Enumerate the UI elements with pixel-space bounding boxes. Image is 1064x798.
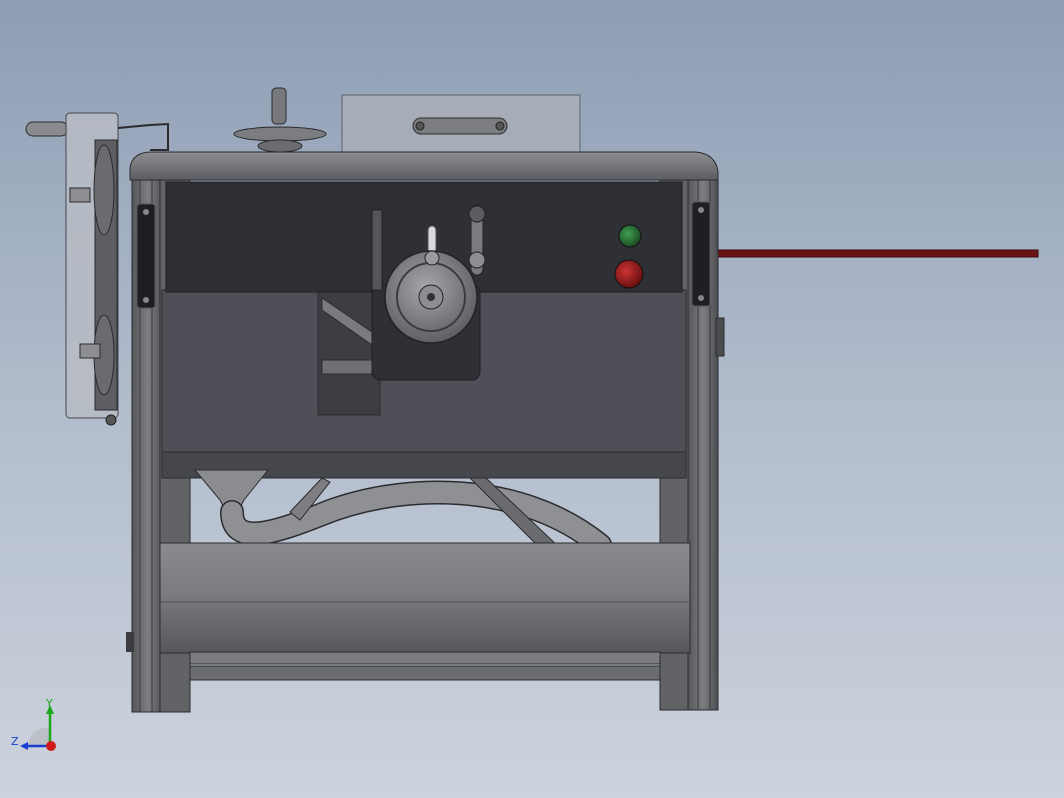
stop-button[interactable]: [614, 259, 644, 289]
start-button[interactable]: [618, 224, 642, 248]
bottom-roller: [159, 542, 691, 654]
top-handwheel-knob[interactable]: [271, 87, 287, 125]
right-panel-handle[interactable]: [691, 201, 711, 307]
machine-model[interactable]: [0, 0, 1064, 798]
triad-graphic: [20, 705, 56, 751]
orientation-triad: Y Z: [8, 698, 68, 758]
bottom-rail: [189, 651, 661, 665]
panel-lever[interactable]: [468, 204, 486, 276]
x-axis-dot: [46, 741, 56, 751]
z-axis-label: Z: [11, 735, 19, 748]
top-rail: [129, 151, 719, 181]
y-axis-label: Y: [46, 697, 53, 710]
top-handwheel[interactable]: [233, 126, 327, 142]
graphics-viewport[interactable]: Y Z: [0, 0, 1064, 798]
red-rod: [715, 249, 1039, 258]
left-panel-handle[interactable]: [136, 203, 156, 309]
top-handle[interactable]: [412, 117, 508, 135]
